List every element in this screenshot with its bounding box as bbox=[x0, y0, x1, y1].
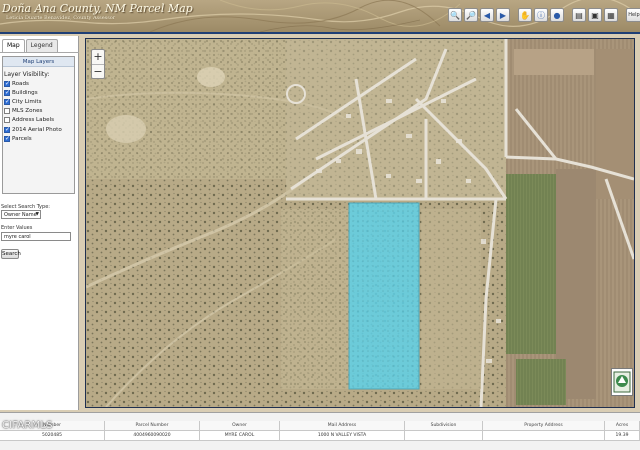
layer-checkbox[interactable] bbox=[4, 108, 10, 115]
save-icon: ▣ bbox=[591, 10, 599, 20]
chevron-down-icon: ▼ bbox=[35, 212, 39, 217]
layer-label: 2014 Aerial Photo bbox=[12, 126, 62, 133]
header-divider bbox=[0, 32, 640, 34]
enter-values-label: Enter Values bbox=[1, 225, 33, 231]
measure-icon: ▦ bbox=[607, 10, 615, 20]
map-layers-title: Map Layers bbox=[3, 57, 74, 67]
sidebar-tabs: Map Legend bbox=[2, 39, 58, 52]
zoom-out-tool-button[interactable]: 🔎 bbox=[464, 8, 478, 22]
table-cell: 1000 N VALLEY VISTA bbox=[280, 431, 405, 441]
layer-visibility-title: Layer Visibility: bbox=[4, 71, 50, 78]
county-seal-logo bbox=[611, 368, 633, 396]
column-header: Subdivision bbox=[405, 421, 483, 431]
header-banner: Doña Ana County, NM Parcel Map Leticia D… bbox=[0, 0, 640, 32]
layer-checkbox[interactable] bbox=[4, 80, 10, 87]
layer-row-city-limits[interactable]: City Limits bbox=[3, 97, 74, 106]
zoom-out-button[interactable]: − bbox=[92, 64, 104, 78]
app-subtitle: Leticia Duarte Benavidez, County Assesso… bbox=[6, 15, 116, 21]
table-cell: 4004960090020 bbox=[105, 431, 200, 441]
save-button[interactable]: ▣ bbox=[588, 8, 602, 22]
back-icon: ◀ bbox=[483, 10, 491, 20]
tab-legend[interactable]: Legend bbox=[25, 39, 58, 52]
pan-button[interactable]: ✋ bbox=[518, 8, 532, 22]
results-table: Number Parcel Number Owner Mail Address Subd… bbox=[0, 421, 640, 441]
zoom-in-icon: 🔍 bbox=[450, 10, 460, 20]
layer-row-parcels[interactable]: Parcels bbox=[3, 134, 74, 143]
forward-button[interactable]: ▶ bbox=[496, 8, 510, 22]
search-type-select[interactable]: Owner Name ▼ bbox=[1, 210, 41, 219]
table-header-row: Number Parcel Number Owner Mail Address Subd… bbox=[0, 421, 640, 431]
layer-checkbox[interactable] bbox=[4, 117, 10, 124]
zoom-in-button[interactable]: + bbox=[92, 50, 104, 64]
print-icon: ▤ bbox=[575, 10, 583, 20]
back-button[interactable]: ◀ bbox=[480, 8, 494, 22]
layer-row-mls-zones[interactable]: MLS Zones bbox=[3, 107, 74, 116]
column-header: Owner bbox=[200, 421, 280, 431]
tab-divider bbox=[0, 52, 79, 53]
layer-label: Buildings bbox=[12, 89, 38, 96]
identify-button[interactable]: ⓘ bbox=[534, 8, 548, 22]
help-button[interactable]: Help bbox=[626, 8, 640, 22]
layer-label: Address Labels bbox=[12, 117, 55, 124]
layer-row-address-labels[interactable]: Address Labels bbox=[3, 116, 74, 125]
layer-checkbox[interactable] bbox=[4, 135, 10, 142]
mls-watermark: CIFARMLS bbox=[2, 420, 53, 431]
aerial-photo bbox=[86, 39, 634, 407]
layer-list: Roads Buildings City Limits MLS Zones Addres… bbox=[3, 79, 74, 143]
measure-button[interactable]: ▦ bbox=[604, 8, 618, 22]
map-layers-panel: Map Layers Layer Visibility: Roads Buildi… bbox=[2, 56, 75, 194]
sidebar: Map Legend Map Layers Layer Visibility: … bbox=[0, 36, 79, 410]
layer-row-roads[interactable]: Roads bbox=[3, 79, 74, 88]
layer-row-2014-aerial-photo[interactable]: 2014 Aerial Photo bbox=[3, 125, 74, 134]
layer-label: MLS Zones bbox=[12, 108, 43, 115]
print-button[interactable]: ▤ bbox=[572, 8, 586, 22]
tab-map[interactable]: Map bbox=[2, 39, 25, 52]
county-seal-icon bbox=[613, 371, 631, 393]
table-cell bbox=[405, 431, 483, 441]
table-cell bbox=[483, 431, 605, 441]
table-cell: 19.39 bbox=[605, 431, 640, 441]
layer-checkbox[interactable] bbox=[4, 126, 10, 133]
map-toolbar: 🔍 🔎 ◀ ▶ ✋ ⓘ ● ▤ ▣ ▦ Help bbox=[448, 8, 640, 22]
globe-icon: ● bbox=[553, 10, 561, 20]
identify-icon: ⓘ bbox=[537, 10, 545, 20]
column-header: Acres bbox=[605, 421, 640, 431]
zoom-control: + − bbox=[91, 49, 105, 79]
search-button[interactable]: Search bbox=[1, 249, 21, 259]
layer-checkbox[interactable] bbox=[4, 98, 10, 105]
layer-row-buildings[interactable]: Buildings bbox=[3, 88, 74, 97]
search-input[interactable]: myre carol bbox=[1, 232, 71, 241]
app-title: Doña Ana County, NM Parcel Map bbox=[2, 2, 193, 15]
globe-button[interactable]: ● bbox=[550, 8, 564, 22]
results-panel: Number Parcel Number Owner Mail Address Subd… bbox=[0, 412, 640, 450]
selected-parcel-highlight[interactable] bbox=[348, 202, 420, 390]
zoom-out-icon: 🔎 bbox=[466, 10, 476, 20]
map-view[interactable] bbox=[85, 38, 635, 408]
forward-icon: ▶ bbox=[499, 10, 507, 20]
search-type-value: Owner Name bbox=[4, 212, 37, 218]
layer-checkbox[interactable] bbox=[4, 89, 10, 96]
column-header: Parcel Number bbox=[105, 421, 200, 431]
layer-label: Roads bbox=[12, 80, 29, 87]
column-header: Mail Address bbox=[280, 421, 405, 431]
column-header: Property Address bbox=[483, 421, 605, 431]
layer-label: Parcels bbox=[12, 135, 32, 142]
table-cell: 5020485 bbox=[0, 431, 105, 441]
pan-icon: ✋ bbox=[520, 10, 530, 20]
layer-label: City Limits bbox=[12, 98, 42, 105]
table-cell: MYRE CAROL bbox=[200, 431, 280, 441]
zoom-in-tool-button[interactable]: 🔍 bbox=[448, 8, 462, 22]
table-row[interactable]: 5020485 4004960090020 MYRE CAROL 1000 N VAL… bbox=[0, 431, 640, 441]
